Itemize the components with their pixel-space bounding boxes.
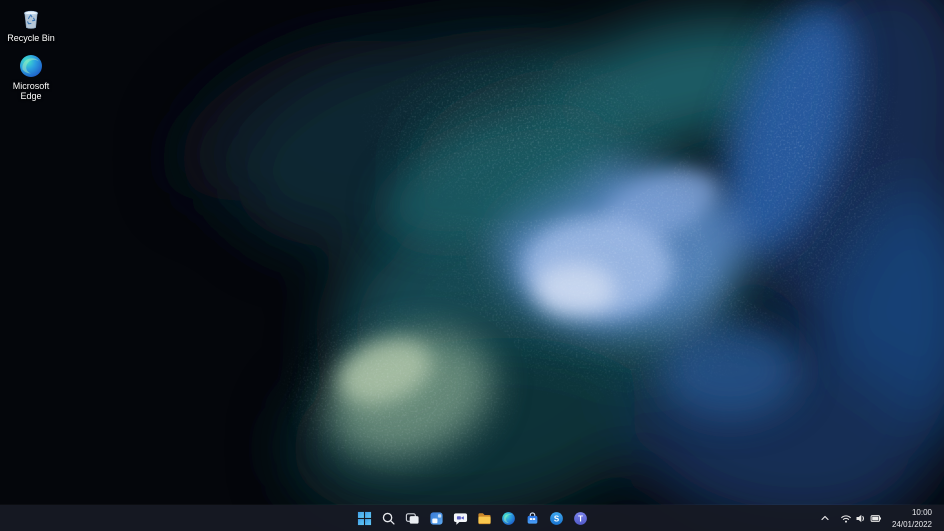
chat-button[interactable]: [449, 507, 471, 529]
windows-start-icon: [357, 511, 372, 526]
wifi-icon: [840, 513, 852, 524]
battery-icon: [870, 513, 882, 524]
tray-show-hidden-icons-button[interactable]: [816, 507, 834, 529]
store-icon: [525, 511, 540, 526]
task-view-icon: [405, 511, 420, 526]
tray-clock-button[interactable]: 10:00 24/01/2022: [888, 507, 936, 529]
tray-network-volume-battery-button[interactable]: [836, 507, 886, 529]
tray-time: 10:00: [912, 508, 932, 517]
edge-icon: [18, 53, 44, 79]
volume-icon: [855, 513, 867, 524]
search-icon: [381, 511, 396, 526]
teams-icon: T: [573, 511, 588, 526]
svg-text:T: T: [578, 514, 583, 523]
system-tray: 10:00 24/01/2022: [816, 505, 944, 531]
desktop-icon-label: Microsoft Edge: [2, 81, 60, 101]
skype-button[interactable]: S: [545, 507, 567, 529]
chevron-up-icon: [820, 513, 830, 523]
desktop-icon-microsoft-edge[interactable]: Microsoft Edge: [0, 53, 62, 101]
edge-button[interactable]: [497, 507, 519, 529]
file-explorer-button[interactable]: [473, 507, 495, 529]
search-button[interactable]: [377, 507, 399, 529]
windows-desktop: Recycle Bin Microsoft Edge: [0, 0, 944, 531]
widgets-icon: [429, 511, 444, 526]
tray-date: 24/01/2022: [892, 520, 932, 529]
teams-button[interactable]: T: [569, 507, 591, 529]
recycle-bin-icon: [18, 5, 44, 31]
svg-text:S: S: [553, 514, 558, 523]
desktop-icon-label: Recycle Bin: [7, 33, 55, 43]
microsoft-store-button[interactable]: [521, 507, 543, 529]
file-explorer-icon: [477, 511, 492, 526]
desktop-wallpaper[interactable]: [0, 0, 944, 531]
chat-icon: [453, 511, 468, 526]
desktop-icon-recycle-bin[interactable]: Recycle Bin: [0, 5, 62, 43]
widgets-button[interactable]: [425, 507, 447, 529]
taskbar: S T: [0, 505, 944, 531]
edge-icon: [501, 511, 516, 526]
skype-icon: S: [549, 511, 564, 526]
desktop-icon-grid: Recycle Bin Microsoft Edge: [0, 5, 62, 101]
task-view-button[interactable]: [401, 507, 423, 529]
taskbar-pinned-apps: S T: [353, 505, 591, 531]
start-button[interactable]: [353, 507, 375, 529]
